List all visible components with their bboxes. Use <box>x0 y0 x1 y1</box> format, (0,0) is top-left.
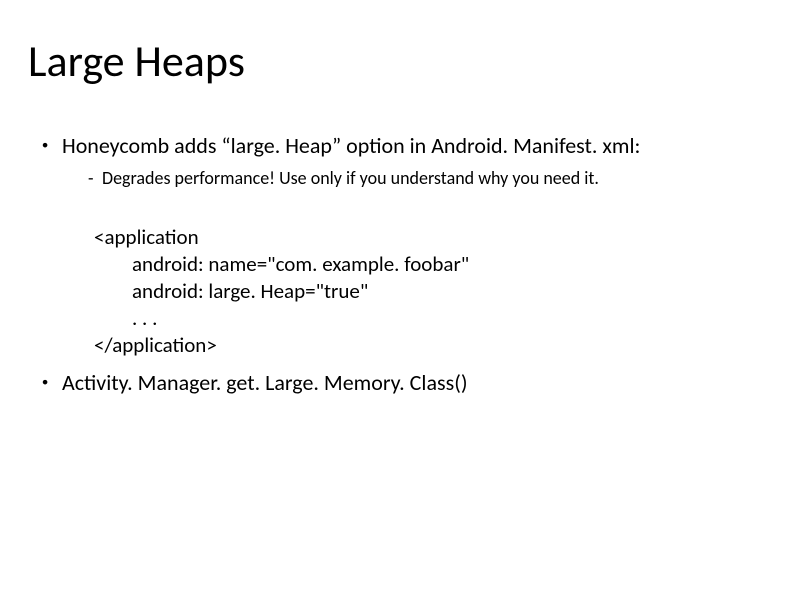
code-line-3: android: large. Heap="true" <box>94 278 754 305</box>
bullet-text-1: Honeycomb adds “large. Heap” option in A… <box>62 132 640 160</box>
code-block: <application android: name="com. example… <box>94 224 754 359</box>
code-line-1: <application <box>94 224 754 251</box>
slide-content: ● Honeycomb adds “large. Heap” option in… <box>40 132 754 403</box>
bullet-icon: ● <box>40 132 62 158</box>
code-line-4: . . . <box>94 305 754 332</box>
slide-title: Large Heaps <box>28 34 245 88</box>
bullet-icon: ● <box>40 369 62 395</box>
bullet-item-2: ● Activity. Manager. get. Large. Memory.… <box>40 369 754 397</box>
dash-icon: - <box>88 166 102 190</box>
bullet-item-1: ● Honeycomb adds “large. Heap” option in… <box>40 132 754 160</box>
code-line-5: </application> <box>94 332 754 359</box>
bullet-text-2: Activity. Manager. get. Large. Memory. C… <box>62 369 468 397</box>
code-line-2: android: name="com. example. foobar" <box>94 251 754 278</box>
sub-bullet-1: - Degrades performance! Use only if you … <box>88 166 754 190</box>
slide: Large Heaps ● Honeycomb adds “large. Hea… <box>0 0 794 595</box>
sub-bullet-text-1: Degrades performance! Use only if you un… <box>102 166 599 190</box>
